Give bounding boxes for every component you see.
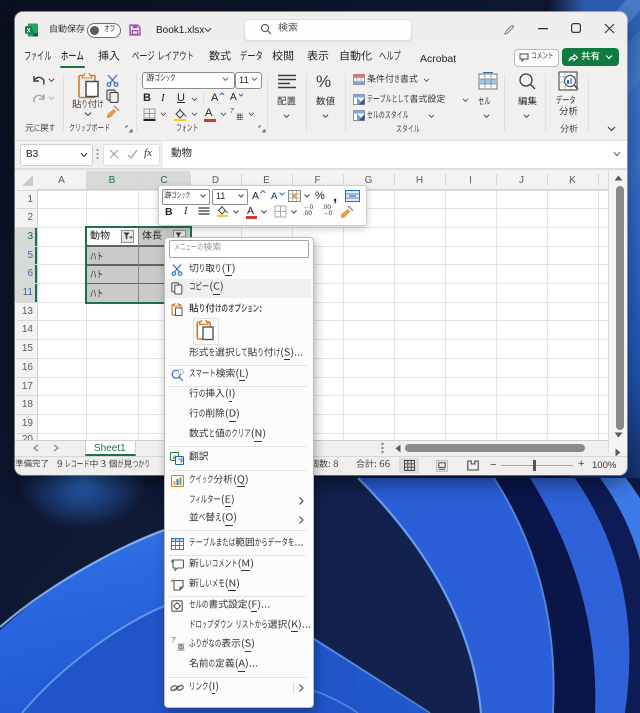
svg-text:X: X xyxy=(27,27,32,34)
